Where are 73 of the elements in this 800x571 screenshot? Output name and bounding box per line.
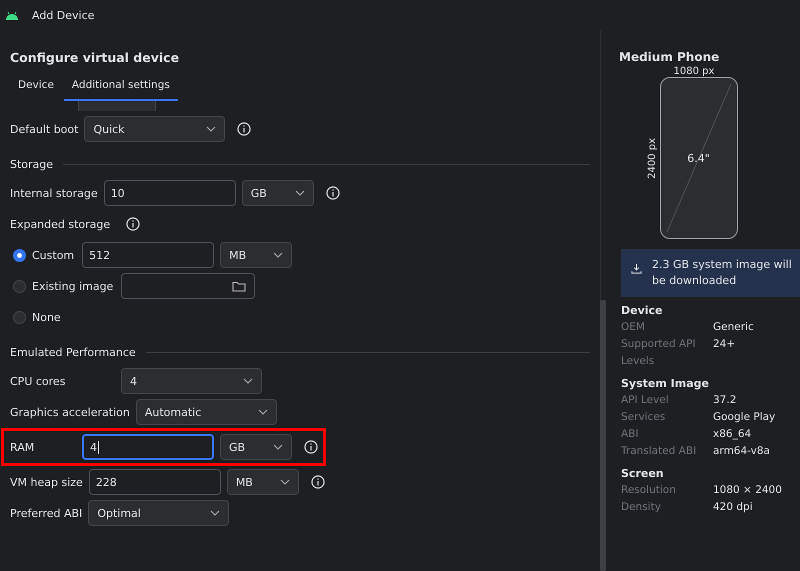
height-label: 2400 px [646,138,658,178]
field-label: Preferred ABI [10,506,82,520]
unit-dropdown[interactable]: GB [220,434,292,460]
spec-value: 37.2 [713,393,738,408]
radio-button[interactable] [13,280,26,292]
scrollbar[interactable] [600,300,606,571]
spec-label: Supported API Levels [621,337,697,369]
dropdown[interactable]: 4 [121,368,262,394]
dropdown[interactable]: Quick [84,116,226,142]
radio-label[interactable]: Existing image [32,280,114,292]
info-icon[interactable] [126,217,140,231]
diagonal-label: 6.4" [687,152,710,164]
info-icon[interactable] [237,122,252,136]
field-label: Internal storage [10,186,98,200]
spec-heading: Screen [621,466,665,482]
folder-icon[interactable] [232,280,246,292]
page-heading: Configure virtual device [9,49,180,65]
spec-value: Generic [713,320,755,335]
dropdown[interactable]: Automatic [136,399,277,425]
download-icon [631,263,642,274]
info-icon[interactable] [310,475,325,489]
file-field[interactable] [121,273,256,299]
radio-button[interactable] [13,310,26,324]
field-label: RAM [10,440,36,454]
spec-value: arm64-v8a [713,444,771,459]
spec-value: 24+ [713,337,736,352]
spec-label: Services [621,410,666,425]
info-icon[interactable] [304,440,318,454]
spec-value: x86_64 [713,427,752,442]
unit-dropdown[interactable]: GB [242,180,314,206]
chevron-icon [280,479,290,485]
spec-label: Translated ABI [621,444,698,459]
spec-heading: Device [621,303,664,319]
input-field[interactable]: 228 [88,469,221,495]
chevron-icon [258,409,268,415]
radio-label[interactable]: None [32,310,61,324]
field-label: Default boot [10,122,78,136]
input-field[interactable]: 10 [104,180,236,206]
banner-text: 2.3 GB system image will be downloaded [652,257,792,289]
spec-value: 420 dpi [713,500,754,515]
section-title: Storage [10,158,54,170]
window-title: Add Device [32,8,94,22]
spec-label: Density [621,500,662,515]
chevron-icon [206,126,216,132]
android-icon [5,10,19,20]
device-name: Medium Phone [619,50,720,64]
dropdown[interactable]: Optimal [88,500,230,526]
spec-label: ABI [621,427,640,442]
chevron-icon [210,510,220,516]
section-title: Emulated Performance [10,346,136,358]
unit-dropdown[interactable]: MB [220,242,292,268]
radio-button[interactable] [13,248,26,262]
spec-value: Google Play [713,410,776,425]
spec-label: OEM [621,320,646,335]
info-icon[interactable] [326,186,340,200]
input-field[interactable]: 512 [82,242,214,268]
spec-label: API Level [621,393,670,408]
spec-heading: System Image [621,376,710,392]
field-label: Graphics acceleration [10,406,130,418]
field-label: CPU cores [10,374,66,388]
chevron-icon [294,190,305,196]
input-field[interactable]: 4 [82,434,214,460]
unit-dropdown[interactable]: MB [226,469,299,495]
spec-label: Resolution [621,483,677,498]
field-label: VM heap size [10,476,83,488]
chevron-icon [273,252,284,258]
tab[interactable]: Device [10,77,62,101]
spec-value: 1080 × 2400 [713,483,783,498]
radio-label[interactable]: Custom [32,248,74,262]
field-label: Expanded storage [10,218,110,230]
chevron-icon [243,378,253,384]
chevron-icon [273,444,283,450]
width-label: 1080 px [674,66,714,77]
